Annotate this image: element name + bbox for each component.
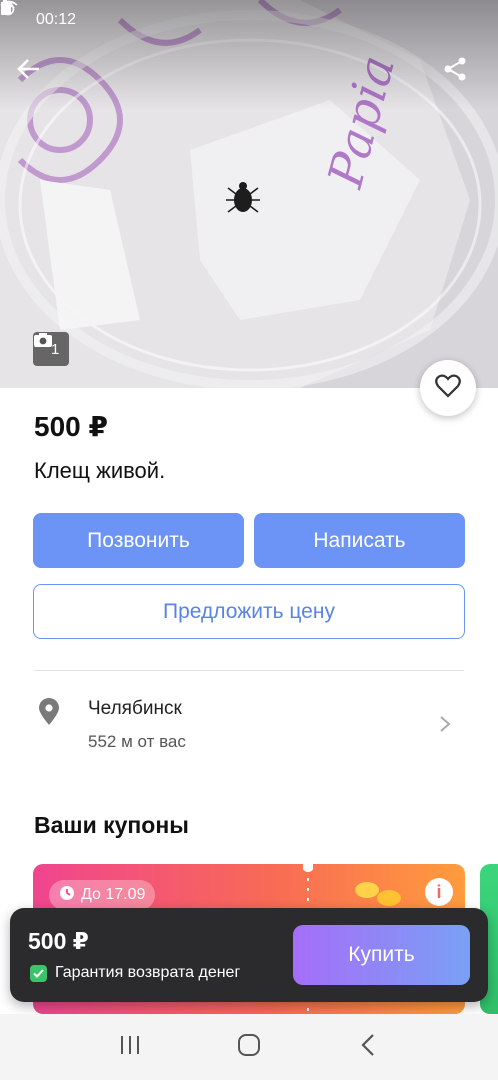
message-button[interactable]: Написать	[254, 513, 465, 568]
favorite-button[interactable]	[420, 360, 476, 416]
buy-bar: 500 ₽ Гарантия возврата денег Купить	[10, 908, 488, 1002]
screen: Papia 00:12 1 500 ₽ Клещ живой. Позвонит…	[0, 0, 498, 1080]
coins-icon	[355, 882, 401, 906]
offer-price-button[interactable]: Предложить цену	[33, 584, 465, 639]
photo-illustration: Papia	[0, 0, 498, 388]
chevron-left-icon	[360, 1033, 376, 1062]
chevron-right-icon	[438, 714, 452, 739]
status-time: 00:12	[36, 11, 77, 28]
coupon-expiry: До 17.09	[81, 886, 146, 903]
call-button[interactable]: Позвонить	[33, 513, 244, 568]
system-nav-bar	[0, 1014, 498, 1080]
location-city: Челябинск	[88, 698, 182, 719]
listing-photo[interactable]: Papia 00:12 1	[0, 0, 498, 388]
buy-bar-price: 500 ₽	[28, 928, 89, 954]
back-button[interactable]	[16, 56, 60, 100]
clock-icon	[59, 885, 75, 906]
location-row[interactable]: Челябинск 552 м от вас	[34, 690, 464, 760]
system-back-button[interactable]	[338, 1022, 398, 1072]
check-icon	[30, 964, 47, 982]
recent-apps-button[interactable]	[100, 1022, 160, 1072]
location-pin-icon	[38, 698, 60, 731]
heart-icon	[435, 374, 461, 403]
listing-title: Клещ живой.	[34, 458, 166, 483]
coupon-info-icon[interactable]: i	[425, 878, 453, 906]
location-distance: 552 м от вас	[88, 732, 186, 751]
guarantee-text: Гарантия возврата денег	[55, 964, 241, 981]
divider	[34, 670, 464, 671]
money-back-guarantee: Гарантия возврата денег	[30, 964, 240, 982]
coupon-expiry-badge: До 17.09	[49, 880, 156, 910]
buy-button[interactable]: Купить	[293, 925, 470, 985]
recent-apps-icon	[118, 1034, 142, 1061]
share-button[interactable]	[442, 56, 486, 100]
photo-count-badge: 1	[33, 332, 70, 366]
home-button[interactable]	[219, 1022, 279, 1072]
home-icon	[237, 1033, 261, 1062]
status-bar: 00:12	[0, 0, 498, 40]
coupons-section-title: Ваши купоны	[34, 812, 189, 838]
listing-price: 500 ₽	[34, 411, 108, 442]
